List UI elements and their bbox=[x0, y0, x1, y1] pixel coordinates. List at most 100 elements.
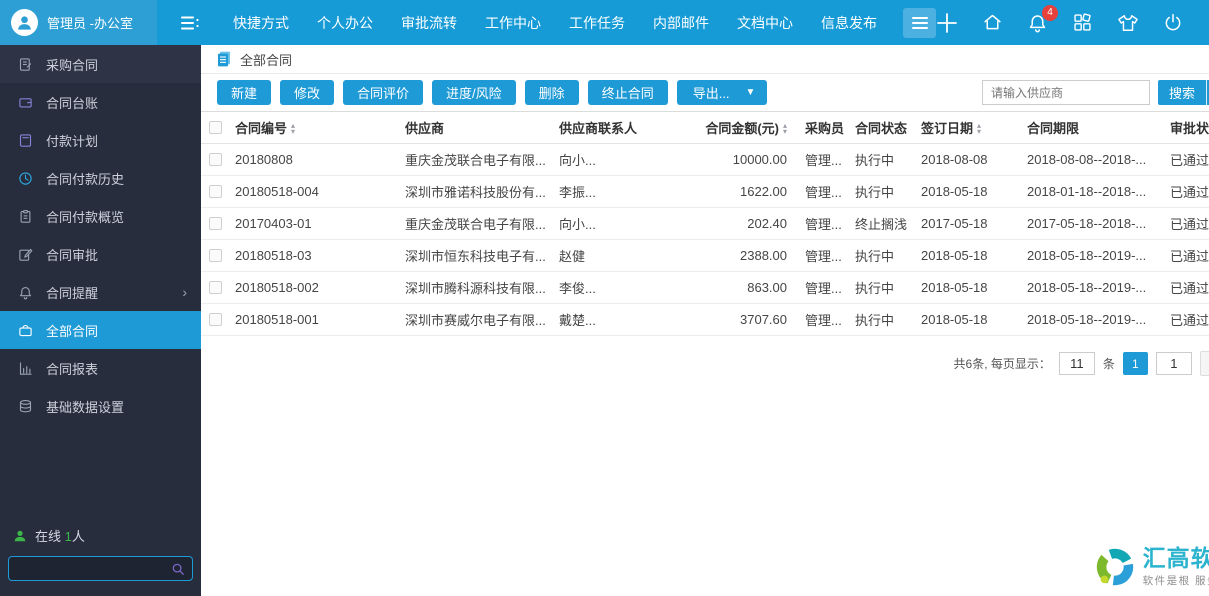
buyer-cell: 管理... bbox=[805, 249, 842, 264]
contract-evaluate-button[interactable]: 合同评价 bbox=[343, 80, 424, 105]
topnav-item-approval-flow[interactable]: 审批流转 bbox=[401, 13, 457, 33]
modify-button[interactable]: 修改 bbox=[280, 80, 335, 105]
goto-page-input[interactable] bbox=[1155, 352, 1192, 375]
row-checkbox[interactable] bbox=[209, 249, 222, 262]
contract-no-cell: 20180518-002 bbox=[235, 280, 319, 295]
brand-name: 汇高软件 bbox=[1142, 545, 1209, 571]
online-suffix: 人 bbox=[71, 529, 85, 544]
apps-grid-icon[interactable] bbox=[1072, 12, 1093, 33]
buyer-cell: 管理... bbox=[805, 281, 842, 296]
supplier-cell: 深圳市雅诺科技股份有... bbox=[405, 185, 546, 200]
contract-period-cell: 2018-08-08--2018-... bbox=[1027, 152, 1147, 167]
online-label: 在线 bbox=[35, 529, 62, 544]
supplier-search: 搜索 bbox=[981, 80, 1209, 105]
contract-status-cell: 执行中 bbox=[855, 249, 895, 264]
document-icon bbox=[17, 57, 33, 72]
supplier-contact-cell: 赵健 bbox=[559, 249, 586, 264]
col-header-contract-no[interactable]: 合同编号 ▴ ▾ bbox=[235, 118, 405, 137]
sidebar-item-label: 合同付款历史 bbox=[46, 171, 125, 187]
buyer-cell: 管理... bbox=[805, 313, 842, 328]
topnav-item-document-center[interactable]: 文档中心 bbox=[737, 13, 793, 33]
sign-date-cell: 2018-05-18 bbox=[921, 312, 988, 327]
submenu-arrow-icon: › bbox=[182, 284, 187, 300]
sidebar-item-label: 合同审批 bbox=[46, 247, 99, 263]
row-checkbox[interactable] bbox=[209, 185, 222, 198]
go-button[interactable]: GO bbox=[1199, 351, 1209, 376]
col-header-amount[interactable]: 合同金额(元) ▴ ▾ bbox=[669, 118, 787, 137]
sidebar-search-input[interactable] bbox=[16, 561, 171, 576]
row-checkbox[interactable] bbox=[209, 217, 222, 230]
page-size-input[interactable] bbox=[1058, 352, 1095, 375]
home-icon[interactable] bbox=[982, 12, 1003, 33]
contracts-table: 合同编号 ▴ ▾ 供应商 供应商联系人 合同金额(元) ▴ ▾ 采购员 合同状态 签订日… bbox=[201, 112, 1209, 336]
approval-status-cell: 已通过审批 bbox=[1170, 217, 1209, 232]
sidebar-item-basic-data-settings[interactable]: 基础数据设置 bbox=[0, 387, 201, 425]
search-button-label: 搜索 bbox=[1157, 80, 1206, 105]
progress-risk-button[interactable]: 进度/风险 bbox=[432, 80, 516, 105]
delete-button[interactable]: 删除 bbox=[524, 80, 579, 105]
sidebar-item-label: 基础数据设置 bbox=[46, 399, 125, 415]
table-row[interactable]: 20180518-001 深圳市赛威尔电子有限... 戴楚... 3707.60 管理.… bbox=[201, 304, 1209, 336]
terminate-contract-button[interactable]: 终止合同 bbox=[587, 80, 668, 105]
select-all-checkbox[interactable] bbox=[209, 121, 222, 134]
topnav-item-shortcuts[interactable]: 快捷方式 bbox=[233, 13, 289, 33]
sidebar-item-contract-reminder[interactable]: 合同提醒 › bbox=[0, 273, 201, 311]
current-page-button[interactable]: 1 bbox=[1122, 352, 1148, 375]
topnav-item-work-center[interactable]: 工作中心 bbox=[485, 13, 541, 33]
new-button[interactable]: 新建 bbox=[217, 80, 272, 105]
supplier-contact-cell: 向小... bbox=[559, 153, 596, 168]
sidebar-item-contract-report[interactable]: 合同报表 bbox=[0, 349, 201, 387]
user-name: 管理员 -办公室 bbox=[47, 16, 133, 31]
pagination-unit: 条 bbox=[1102, 357, 1115, 371]
approval-status-cell: 已通过审批 bbox=[1170, 185, 1209, 200]
table-row[interactable]: 20180518-002 深圳市腾科源科技有限... 李俊... 863.00 管理..… bbox=[201, 272, 1209, 304]
sidebar-item-all-contracts[interactable]: 全部合同 bbox=[0, 311, 201, 349]
amount-cell: 863.00 bbox=[747, 280, 787, 295]
topnav-item-info-publish[interactable]: 信息发布 bbox=[821, 13, 877, 33]
search-button[interactable]: 搜索 bbox=[1157, 80, 1209, 105]
table-row[interactable]: 20180808 重庆金茂联合电子有限... 向小... 10000.00 管理... 执… bbox=[201, 144, 1209, 176]
sidebar-item-contract-ledger[interactable]: 合同台账 bbox=[0, 83, 201, 121]
user-area[interactable]: 管理员 -办公室 bbox=[0, 0, 157, 45]
sidebar-item-contract-approval[interactable]: 合同审批 bbox=[0, 235, 201, 273]
collapse-menu-icon[interactable] bbox=[179, 13, 201, 33]
row-checkbox[interactable] bbox=[209, 153, 222, 166]
row-checkbox[interactable] bbox=[209, 281, 222, 294]
contract-status-cell: 执行中 bbox=[855, 153, 895, 168]
sign-date-cell: 2018-05-18 bbox=[921, 248, 988, 263]
contract-period-cell: 2018-01-18--2018-... bbox=[1027, 184, 1147, 199]
topnav-item-internal-mail[interactable]: 内部邮件 bbox=[653, 13, 709, 33]
more-menu-button[interactable] bbox=[903, 7, 936, 38]
export-dropdown-button[interactable]: 导出... ▼ bbox=[676, 80, 768, 105]
sign-date-cell: 2018-08-08 bbox=[921, 152, 988, 167]
topnav-item-personal-office[interactable]: 个人办公 bbox=[317, 13, 373, 33]
table-row[interactable]: 20180518-004 深圳市雅诺科技股份有... 李振... 1622.00 管理.… bbox=[201, 176, 1209, 208]
add-icon[interactable] bbox=[936, 12, 958, 34]
contract-status-cell: 执行中 bbox=[855, 185, 895, 200]
power-icon[interactable] bbox=[1163, 12, 1183, 33]
notifications-bell-icon[interactable]: 4 bbox=[1027, 4, 1058, 34]
online-count: 1 bbox=[64, 529, 72, 544]
contract-status-cell: 执行中 bbox=[855, 281, 895, 296]
supplier-cell: 深圳市赛威尔电子有限... bbox=[405, 313, 546, 328]
export-label: 导出... bbox=[692, 86, 730, 101]
col-header-contract-status: 合同状态 bbox=[855, 121, 908, 136]
supplier-search-input[interactable] bbox=[981, 80, 1150, 105]
sidebar-item-payment-overview[interactable]: 合同付款概览 bbox=[0, 197, 201, 235]
row-checkbox[interactable] bbox=[209, 313, 222, 326]
table-row[interactable]: 20170403-01 重庆金茂联合电子有限... 向小... 202.40 管理...… bbox=[201, 208, 1209, 240]
table-body: 20180808 重庆金茂联合电子有限... 向小... 10000.00 管理... 执… bbox=[201, 144, 1209, 336]
search-icon[interactable] bbox=[171, 562, 185, 576]
calculator-icon bbox=[17, 133, 33, 148]
contract-no-cell: 20180518-03 bbox=[235, 248, 312, 263]
col-header-sign-date[interactable]: 签订日期 ▴ ▾ bbox=[921, 118, 1027, 137]
sidebar-item-payment-plan[interactable]: 付款计划 bbox=[0, 121, 201, 159]
topnav-item-work-tasks[interactable]: 工作任务 bbox=[569, 13, 625, 33]
sidebar-item-purchase-contract[interactable]: 采购合同 bbox=[0, 45, 201, 83]
top-navigation: 快捷方式 个人办公 审批流转 工作中心 工作任务 内部邮件 文档中心 信息发布 bbox=[219, 13, 891, 33]
sidebar-item-payment-history[interactable]: 合同付款历史 bbox=[0, 159, 201, 197]
sort-icon: ▴ ▾ bbox=[782, 120, 787, 136]
theme-shirt-icon[interactable] bbox=[1117, 13, 1139, 33]
online-status: 在线 1人 bbox=[0, 526, 201, 556]
table-row[interactable]: 20180518-03 深圳市恒东科技电子有... 赵健 2388.00 管理... 执行… bbox=[201, 240, 1209, 272]
